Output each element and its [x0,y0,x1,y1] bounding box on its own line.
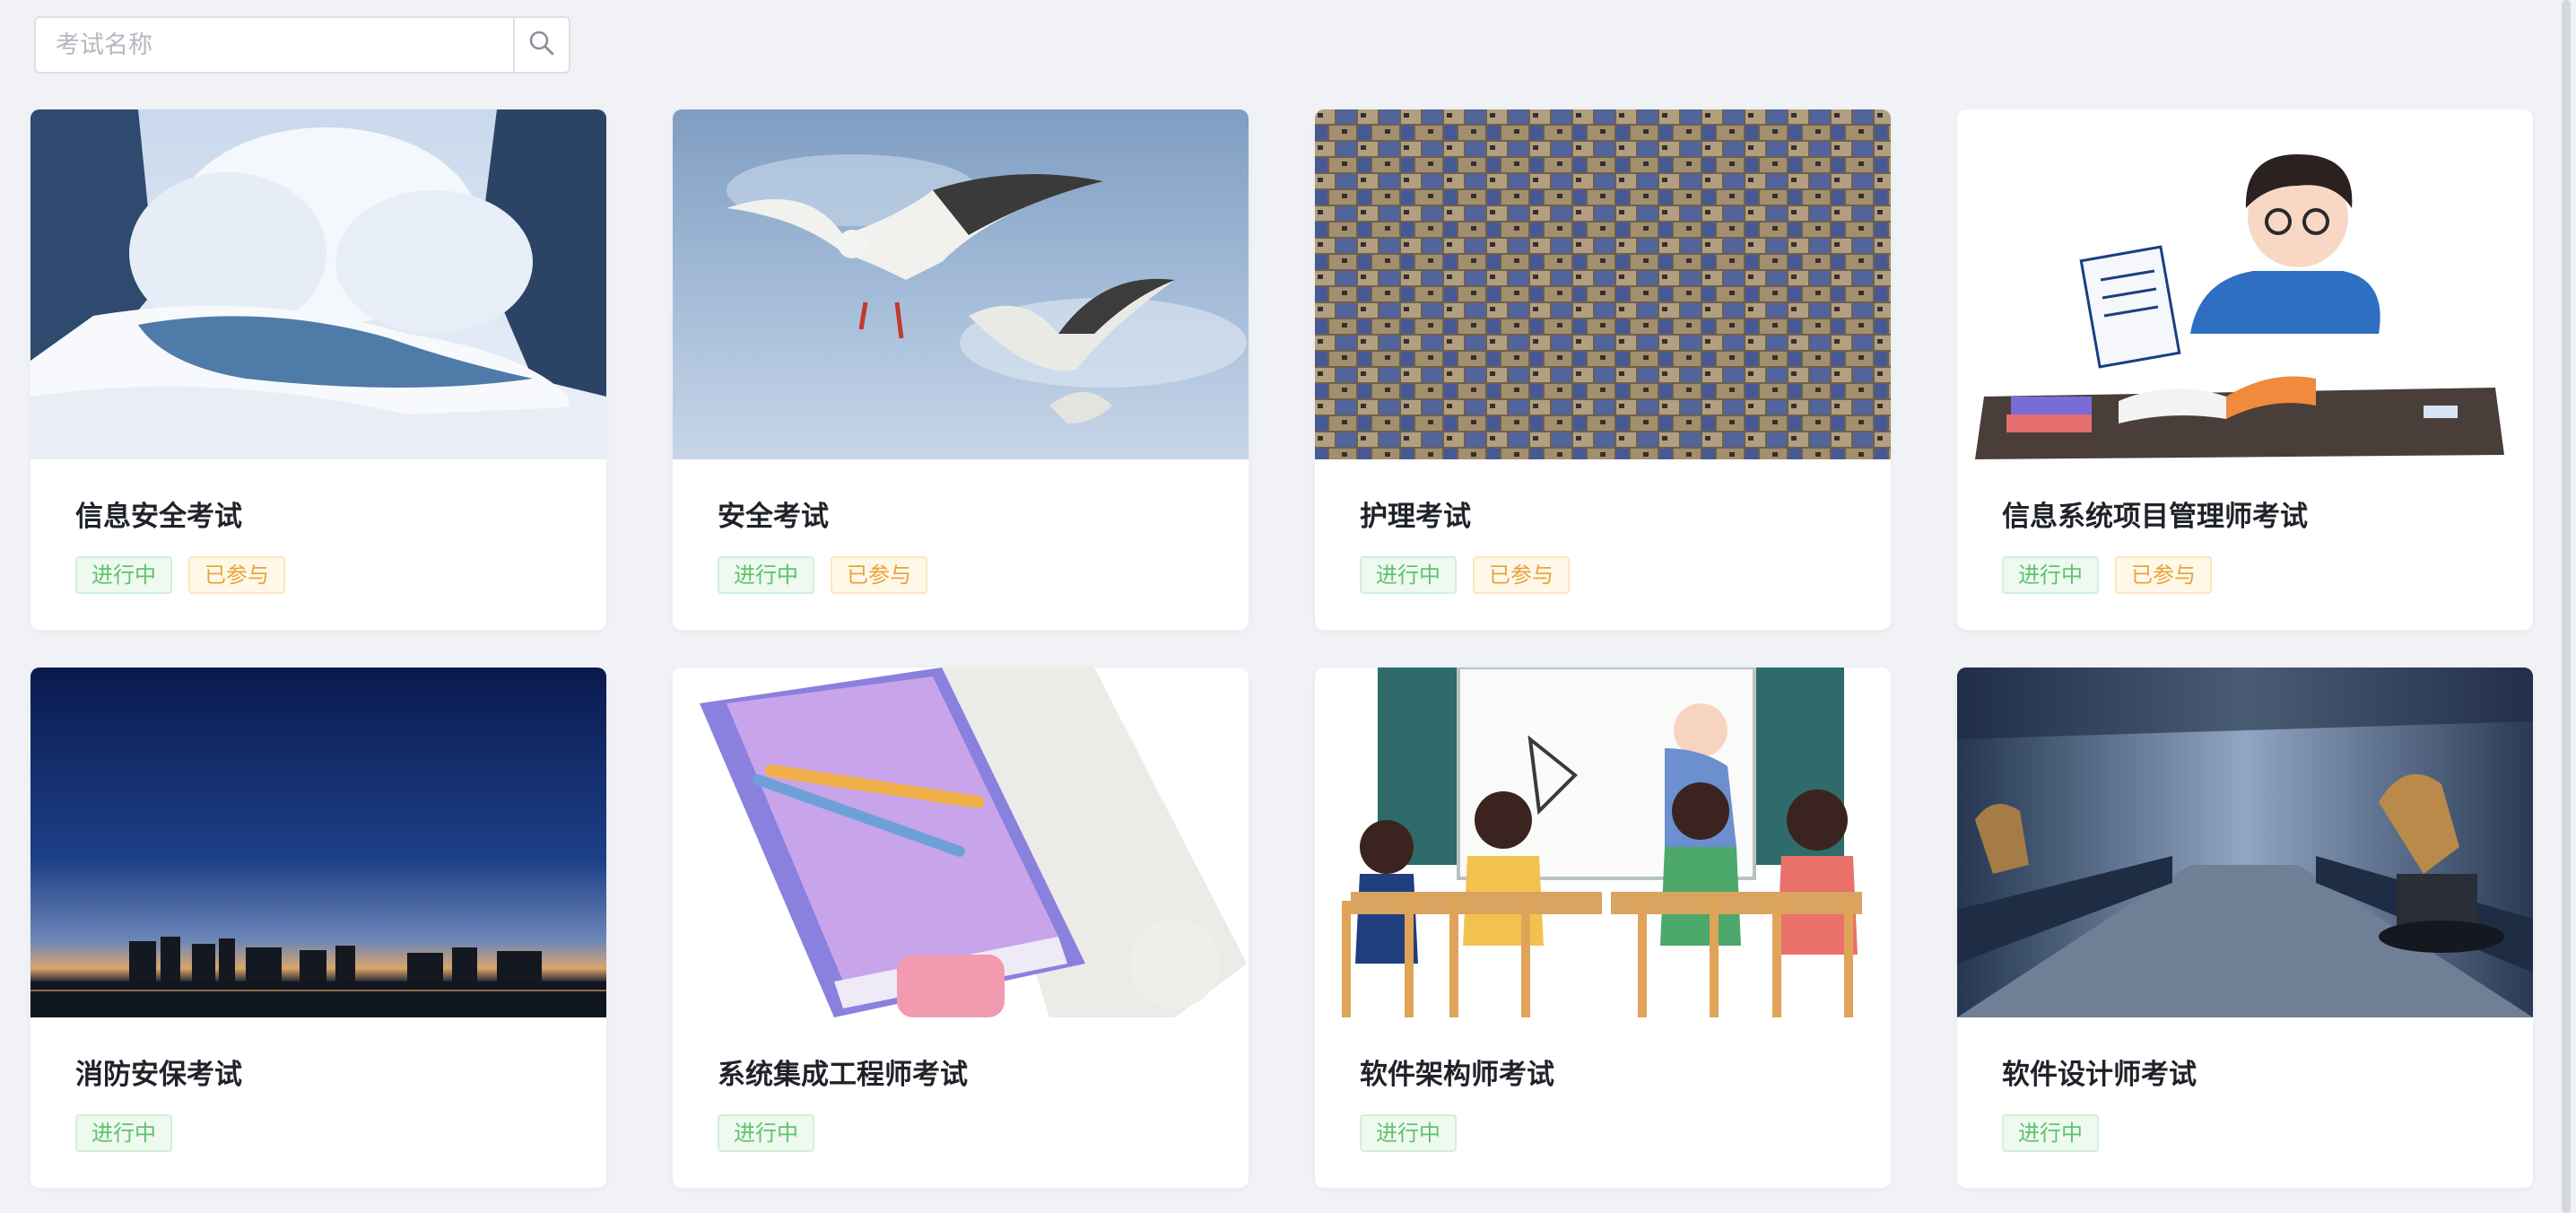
exam-cover-image [30,109,606,459]
exam-tags: 进行中 已参与 [1360,556,1846,594]
exam-tags: 进行中 已参与 [718,556,1204,594]
exam-cover-image [673,668,1249,1017]
exam-card-body: 软件设计师考试 进行中 [1957,1017,2533,1152]
exam-card-body: 信息安全考试 进行中 已参与 [30,459,606,594]
exam-card-body: 信息系统项目管理师考试 进行中 已参与 [1957,459,2533,594]
exam-card[interactable]: 软件架构师考试 进行中 [1315,668,1891,1188]
exam-card-body: 安全考试 进行中 已参与 [673,459,1249,594]
vertical-scrollbar[interactable] [2556,0,2576,1213]
scrollbar-thumb[interactable] [2562,0,2571,1213]
search-button[interactable] [513,18,569,72]
exam-cover-image [30,668,606,1017]
exam-tags: 进行中 [75,1114,561,1152]
exam-tags: 进行中 已参与 [75,556,561,594]
exam-cover-image [1957,668,2533,1017]
status-badge-ongoing: 进行中 [718,556,814,594]
status-badge-ongoing: 进行中 [2002,556,2099,594]
exam-card-body: 软件架构师考试 进行中 [1315,1017,1891,1152]
search-input[interactable] [36,18,513,72]
exam-card-body: 护理考试 进行中 已参与 [1315,459,1891,594]
exam-title: 系统集成工程师考试 [718,1059,968,1091]
exam-tags: 进行中 [2002,1114,2488,1152]
exam-card-grid: 信息安全考试 进行中 已参与 安全考试 进行中 已参与 护理考试 进行中 已参与… [30,109,2533,1188]
status-badge-ongoing: 进行中 [1360,556,1457,594]
status-badge-ongoing: 进行中 [718,1114,814,1152]
search-bar [34,16,570,74]
status-badge-joined: 已参与 [1473,556,1570,594]
exam-title: 软件设计师考试 [2002,1059,2197,1091]
status-badge-joined: 已参与 [2115,556,2212,594]
exam-card[interactable]: 系统集成工程师考试 进行中 [673,668,1249,1188]
exam-cover-image [673,109,1249,459]
status-badge-joined: 已参与 [831,556,927,594]
exam-cover-image [1315,109,1891,459]
exam-cover-image [1957,109,2533,459]
status-badge-joined: 已参与 [188,556,285,594]
search-icon [527,29,556,61]
exam-card-body: 消防安保考试 进行中 [30,1017,606,1152]
exam-title: 信息系统项目管理师考试 [2002,501,2308,533]
exam-cover-image [1315,668,1891,1017]
exam-title: 安全考试 [718,501,829,533]
exam-card[interactable]: 护理考试 进行中 已参与 [1315,109,1891,630]
exam-card[interactable]: 信息安全考试 进行中 已参与 [30,109,606,630]
exam-tags: 进行中 已参与 [2002,556,2488,594]
exam-tags: 进行中 [718,1114,1204,1152]
exam-card[interactable]: 消防安保考试 进行中 [30,668,606,1188]
exam-card[interactable]: 信息系统项目管理师考试 进行中 已参与 [1957,109,2533,630]
exam-title: 软件架构师考试 [1360,1059,1554,1091]
status-badge-ongoing: 进行中 [75,556,172,594]
exam-card[interactable]: 软件设计师考试 进行中 [1957,668,2533,1188]
status-badge-ongoing: 进行中 [2002,1114,2099,1152]
status-badge-ongoing: 进行中 [75,1114,172,1152]
exam-list-page: 信息安全考试 进行中 已参与 [0,0,2576,1213]
exam-title: 信息安全考试 [75,501,242,533]
exam-card[interactable]: 安全考试 进行中 已参与 [673,109,1249,630]
exam-card-body: 系统集成工程师考试 进行中 [673,1017,1249,1152]
exam-title: 护理考试 [1360,501,1471,533]
status-badge-ongoing: 进行中 [1360,1114,1457,1152]
exam-title: 消防安保考试 [75,1059,242,1091]
exam-tags: 进行中 [1360,1114,1846,1152]
